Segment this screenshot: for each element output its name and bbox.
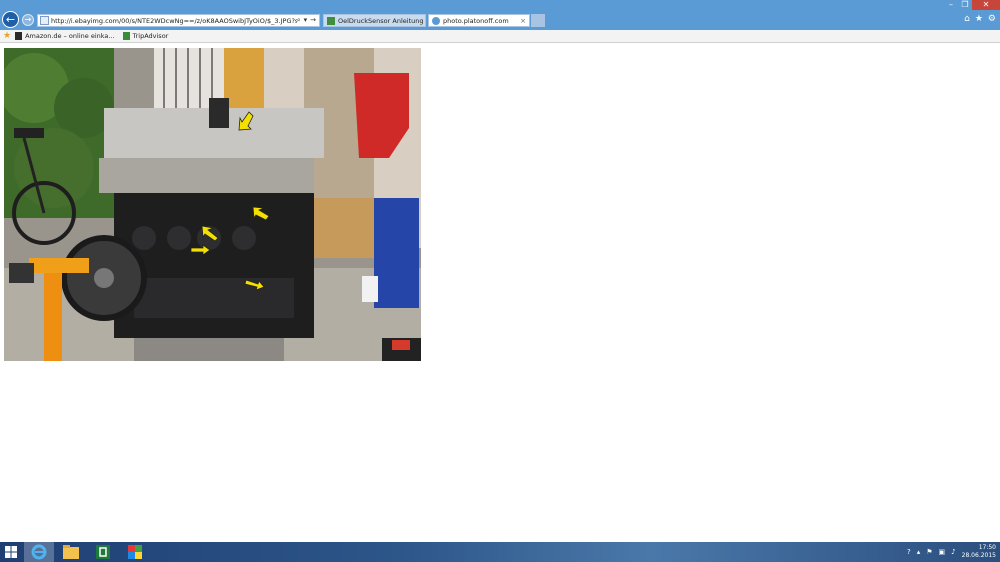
- favorite-label: Amazon.de – online einka...: [25, 32, 115, 40]
- network-icon[interactable]: ▣: [939, 548, 946, 556]
- arrow-right-icon: →: [24, 15, 32, 24]
- site-favicon-icon: [327, 16, 335, 25]
- close-button[interactable]: ✕: [972, 0, 1000, 10]
- flag-icon[interactable]: ⚑: [926, 548, 932, 556]
- favorites-star-icon[interactable]: ★: [3, 31, 11, 41]
- tab-label: OelDruckSensor Anleitung | Sa...: [338, 16, 425, 25]
- volume-icon[interactable]: ♪: [951, 548, 955, 556]
- clock-time: 17:50: [978, 544, 996, 551]
- amazon-icon: [15, 32, 23, 40]
- tab-label: photo.platonoff.com: [443, 16, 509, 25]
- clock[interactable]: 17:50 28.06.2015: [962, 544, 996, 560]
- tripadvisor-icon: [122, 32, 130, 40]
- excel-icon: [96, 545, 110, 559]
- close-icon[interactable]: ×: [520, 17, 526, 25]
- tab-oeldrucksensor[interactable]: OelDruckSensor Anleitung | Sa...: [323, 14, 426, 27]
- arrow-left-icon: ←: [5, 13, 16, 26]
- taskbar-internet-explorer[interactable]: [24, 542, 54, 562]
- taskbar: ? ▴ ⚑ ▣ ♪ 17:50 28.06.2015: [0, 542, 1000, 562]
- go-icon[interactable]: →: [310, 16, 316, 25]
- internet-explorer-icon: [31, 544, 47, 560]
- star-icon[interactable]: ★: [975, 14, 983, 24]
- window-controls: – ❐ ✕: [944, 0, 1000, 10]
- folder-icon: [63, 545, 79, 559]
- ie-favicon-icon: [432, 16, 440, 25]
- forward-button[interactable]: →: [22, 14, 34, 26]
- clock-date: 28.06.2015: [961, 552, 996, 559]
- windows-logo-icon: [5, 546, 17, 558]
- start-button[interactable]: [0, 542, 22, 562]
- address-bar[interactable]: http://i.ebayimg.com/00/s/NTE2WDcwNg==/z…: [37, 14, 320, 27]
- restore-button[interactable]: ❐: [958, 0, 972, 10]
- help-icon[interactable]: ?: [907, 548, 911, 556]
- system-tray: ? ▴ ⚑ ▣ ♪ 17:50 28.06.2015: [907, 542, 1000, 562]
- taskbar-file-explorer[interactable]: [56, 542, 86, 562]
- back-button[interactable]: ←: [2, 11, 19, 28]
- photo-app-icon: [128, 545, 142, 559]
- favorite-amazon[interactable]: Amazon.de – online einka...: [15, 32, 115, 40]
- address-url[interactable]: http://i.ebayimg.com/00/s/NTE2WDcwNg==/z…: [51, 17, 297, 25]
- favorites-bar: ★ Amazon.de – online einka... TripAdviso…: [0, 30, 1000, 43]
- address-tools: ⌕ ▾ →: [297, 16, 319, 25]
- chevron-down-icon[interactable]: ▾: [304, 16, 308, 25]
- taskbar-excel[interactable]: [88, 542, 118, 562]
- favorite-tripadvisor[interactable]: TripAdvisor: [122, 32, 169, 40]
- browser-window: – ❐ ✕ ← → http://i.ebayimg.com/00/s/NTE2…: [0, 0, 1000, 562]
- gear-icon[interactable]: ⚙: [988, 14, 996, 24]
- toolbar-icons: ⌂ ★ ⚙: [964, 14, 996, 24]
- title-bar: – ❐ ✕ ← → http://i.ebayimg.com/00/s/NTE2…: [0, 0, 1000, 30]
- search-icon[interactable]: ⌕: [297, 16, 301, 25]
- tab-photo-platonoff[interactable]: photo.platonoff.com ×: [428, 14, 530, 27]
- page-icon: [40, 16, 49, 25]
- home-icon[interactable]: ⌂: [964, 14, 970, 24]
- engine-photo-drawing: [4, 48, 421, 361]
- new-tab-button[interactable]: [531, 14, 545, 27]
- taskbar-photo-app[interactable]: [120, 542, 150, 562]
- tray-expand-icon[interactable]: ▴: [917, 548, 921, 556]
- engine-photo: [4, 48, 421, 361]
- minimize-button[interactable]: –: [944, 0, 958, 10]
- favorite-label: TripAdvisor: [132, 32, 169, 40]
